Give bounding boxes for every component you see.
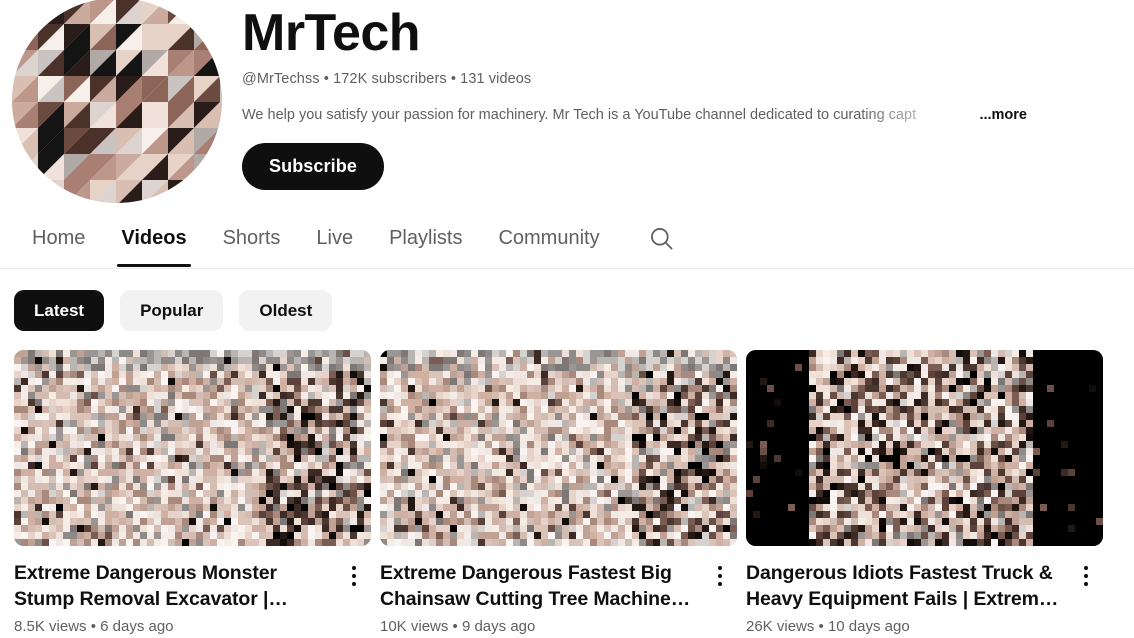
video-thumbnail[interactable] (380, 350, 737, 546)
video-grid: Extreme Dangerous Monster Stump Removal … (14, 350, 1124, 635)
tab-live[interactable]: Live (298, 210, 371, 267)
channel-info: MrTech @MrTechss • 172K subscribers • 13… (212, 0, 1134, 191)
more-vertical-icon[interactable] (337, 559, 371, 593)
more-vertical-icon[interactable] (703, 559, 737, 593)
video-card: Dangerous Idiots Fastest Truck & Heavy E… (746, 350, 1103, 635)
video-card: Extreme Dangerous Fastest Big Chainsaw C… (380, 350, 737, 635)
more-vertical-icon[interactable] (1069, 559, 1103, 593)
tab-label: Videos (121, 227, 187, 249)
channel-tabs: Home Videos Shorts Live Playlists Community (0, 210, 1134, 267)
video-thumbnail[interactable] (14, 350, 371, 546)
video-meta: 26K views • 10 days ago (746, 617, 910, 635)
video-title[interactable]: Extreme Dangerous Monster Stump Removal … (14, 561, 333, 613)
channel-description: We help you satisfy your passion for mac… (242, 107, 917, 124)
more-vertical-glyph (718, 566, 722, 586)
video-thumbnail[interactable] (746, 350, 1103, 546)
tab-home[interactable]: Home (14, 210, 103, 267)
filter-chip-oldest[interactable]: Oldest (239, 290, 333, 331)
more-vertical-glyph (1084, 566, 1088, 586)
tab-community[interactable]: Community (480, 210, 617, 267)
thumbnail-image (380, 350, 737, 546)
video-text: Extreme Dangerous Monster Stump Removal … (14, 561, 333, 635)
avatar-container (0, 0, 222, 205)
channel-title: MrTech (242, 4, 421, 62)
tab-playlists[interactable]: Playlists (371, 210, 480, 267)
video-info: Extreme Dangerous Monster Stump Removal … (14, 561, 371, 635)
video-card: Extreme Dangerous Monster Stump Removal … (14, 350, 371, 635)
search-icon[interactable] (632, 210, 691, 267)
filter-chip-popular[interactable]: Popular (120, 290, 224, 331)
video-info: Extreme Dangerous Fastest Big Chainsaw C… (380, 561, 737, 635)
video-text: Extreme Dangerous Fastest Big Chainsaw C… (380, 561, 699, 635)
video-meta: 10K views • 9 days ago (380, 617, 536, 635)
more-vertical-glyph (352, 566, 356, 586)
tab-videos[interactable]: Videos (103, 210, 204, 267)
channel-meta: @MrTechss • 172K subscribers • 131 video… (242, 71, 532, 88)
more-link[interactable]: ...more (979, 107, 1027, 123)
subscribe-button[interactable]: Subscribe (242, 143, 384, 191)
mosaic-avatar[interactable] (12, 0, 222, 203)
filter-chips: Latest Popular Oldest (14, 290, 333, 331)
youtube-channel-page: MrTech @MrTechss • 172K subscribers • 13… (0, 0, 1134, 638)
channel-header: MrTech @MrTechss • 172K subscribers • 13… (0, 0, 1134, 205)
video-title[interactable]: Extreme Dangerous Fastest Big Chainsaw C… (380, 561, 699, 613)
thumbnail-image (746, 350, 1103, 546)
tab-label: Playlists (389, 227, 463, 249)
tab-shorts[interactable]: Shorts (205, 210, 299, 267)
tab-label: Home (32, 227, 86, 249)
tab-label: Live (316, 227, 354, 249)
thumbnail-image (14, 350, 371, 546)
tab-label: Shorts (222, 227, 281, 249)
video-title[interactable]: Dangerous Idiots Fastest Truck & Heavy E… (746, 561, 1065, 613)
video-info: Dangerous Idiots Fastest Truck & Heavy E… (746, 561, 1103, 635)
tab-label: Community (498, 227, 600, 249)
channel-description-row: We help you satisfy your passion for mac… (242, 107, 1027, 123)
channel-tabs-bar: Home Videos Shorts Live Playlists Community (0, 210, 1134, 269)
video-meta: 8.5K views • 6 days ago (14, 617, 174, 635)
filter-chip-latest[interactable]: Latest (14, 290, 105, 331)
video-text: Dangerous Idiots Fastest Truck & Heavy E… (746, 561, 1065, 635)
mosaic-avatar-icon (12, 0, 222, 203)
